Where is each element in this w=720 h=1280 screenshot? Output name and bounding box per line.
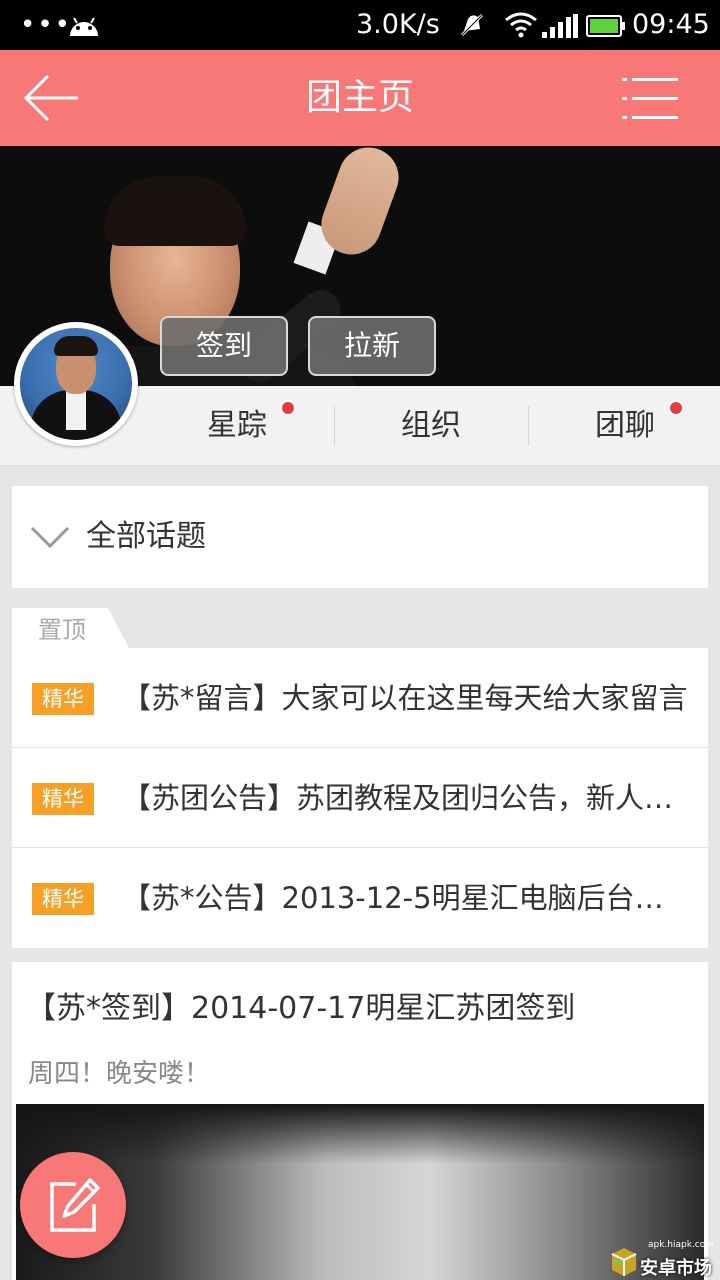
- tab-organization[interactable]: 组织: [334, 386, 528, 466]
- network-speed: 3.0K/s: [356, 9, 440, 40]
- list-item[interactable]: 精华 【苏*公告】2013-12-5明星汇电脑后台更新: [12, 848, 708, 948]
- status-bar: ••• 3.0K/s 09:45: [0, 0, 720, 50]
- page-title: 团主页: [305, 77, 414, 118]
- tab-label: 团聊: [595, 408, 655, 443]
- battery-icon: [586, 15, 625, 37]
- tab-star-track[interactable]: 星踪: [140, 386, 334, 466]
- watermark: apk.hiapk.com 安卓市场: [606, 1240, 720, 1280]
- list-item[interactable]: 精华 【苏*留言】大家可以在这里每天给大家留言: [12, 648, 708, 748]
- clock: 09:45: [632, 9, 710, 40]
- tab-label: 组织: [401, 408, 461, 443]
- topic-filter-label: 全部话题: [86, 519, 206, 554]
- market-logo-icon: [611, 1248, 637, 1276]
- watermark-url: apk.hiapk.com: [648, 1240, 715, 1250]
- post-subtitle: 周四！晚安喽！: [28, 1059, 211, 1089]
- signal-icon: [542, 14, 578, 38]
- pinned-list: 精华 【苏*留言】大家可以在这里每天给大家留言 精华 【苏团公告】苏团教程及团归…: [12, 648, 708, 948]
- topic-title: 【苏*公告】2013-12-5明星汇电脑后台更新: [122, 881, 688, 915]
- group-avatar[interactable]: [14, 322, 138, 446]
- tab-group-chat[interactable]: 团聊: [528, 386, 720, 466]
- topic-title: 【苏团公告】苏团教程及团归公告，新人必看: [122, 781, 688, 815]
- invite-button[interactable]: 拉新: [308, 316, 436, 376]
- unread-dot: [668, 400, 684, 416]
- pinned-tab: 置顶: [12, 608, 130, 650]
- featured-badge: 精华: [32, 783, 94, 815]
- menu-list-icon[interactable]: [620, 74, 680, 124]
- list-item[interactable]: 精华 【苏团公告】苏团教程及团归公告，新人必看: [12, 748, 708, 848]
- featured-badge: 精华: [32, 683, 94, 715]
- notification-dots: •••: [20, 10, 73, 40]
- android-icon: [70, 17, 98, 36]
- chevron-down-icon: [30, 526, 70, 549]
- post-title: 【苏*签到】2014-07-17明星汇苏团签到: [26, 991, 576, 1026]
- edit-icon: [50, 1178, 100, 1232]
- sign-in-button[interactable]: 签到: [160, 316, 288, 376]
- topic-title: 【苏*留言】大家可以在这里每天给大家留言: [122, 681, 688, 715]
- featured-badge: 精华: [32, 883, 94, 915]
- pinned-label: 置顶: [38, 616, 86, 644]
- topic-filter-dropdown[interactable]: 全部话题: [12, 486, 708, 588]
- compose-button[interactable]: [20, 1152, 126, 1258]
- tab-label: 星踪: [207, 408, 267, 443]
- unread-dot: [280, 400, 296, 416]
- watermark-name: 安卓市场: [640, 1258, 712, 1279]
- title-bar: 团主页: [0, 50, 720, 146]
- mute-icon: [460, 13, 484, 37]
- wifi-icon: [505, 12, 537, 38]
- back-arrow-icon[interactable]: [22, 72, 82, 124]
